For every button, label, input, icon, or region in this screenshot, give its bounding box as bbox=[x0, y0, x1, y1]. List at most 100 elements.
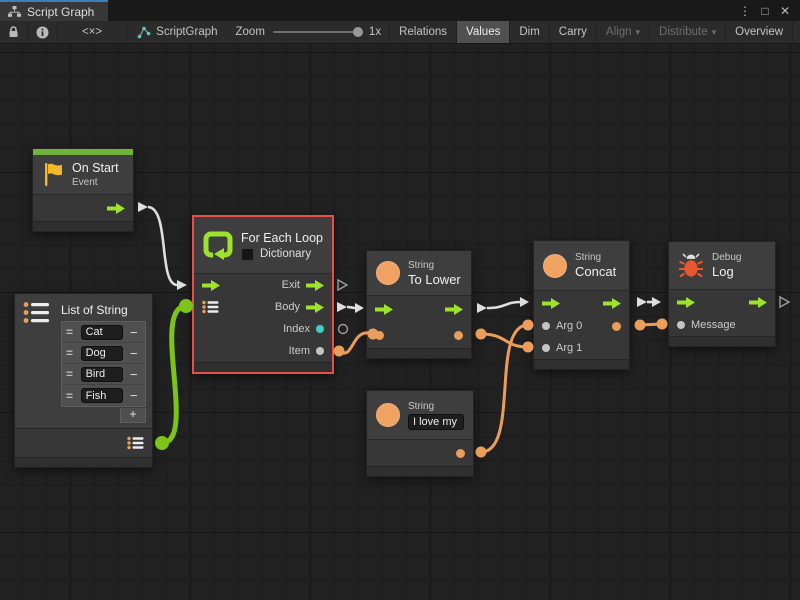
value-input-port[interactable] bbox=[542, 322, 550, 330]
window-menu-button[interactable]: ⋮ bbox=[736, 4, 754, 18]
info-button[interactable] bbox=[28, 21, 58, 43]
remove-item-button[interactable]: − bbox=[127, 367, 141, 382]
graph-name-label: ScriptGraph bbox=[156, 26, 217, 38]
node-debug-log[interactable]: Debug Log Message bbox=[668, 241, 776, 347]
port-label: Arg 1 bbox=[556, 342, 582, 354]
values-button[interactable]: Values bbox=[456, 21, 509, 43]
value-input-port[interactable] bbox=[677, 321, 685, 329]
tab-script-graph[interactable]: Script Graph bbox=[0, 0, 108, 21]
window-maximize-button[interactable]: □ bbox=[756, 4, 774, 18]
flow-output-port[interactable] bbox=[445, 304, 463, 315]
node-string-literal[interactable]: String bbox=[366, 390, 474, 477]
string-type-icon bbox=[543, 254, 567, 278]
list-item-input[interactable] bbox=[81, 346, 123, 361]
string-list-widget: = − = − = − = − bbox=[61, 321, 146, 407]
node-title: To Lower bbox=[408, 272, 461, 288]
port-label: Exit bbox=[282, 279, 300, 291]
flow-input-port[interactable] bbox=[202, 280, 220, 291]
port-label: Arg 0 bbox=[556, 320, 582, 332]
port-label: Item bbox=[289, 345, 310, 357]
remove-item-button[interactable]: − bbox=[127, 346, 141, 361]
remove-item-button[interactable]: − bbox=[127, 325, 141, 340]
value-output-port[interactable] bbox=[456, 449, 465, 458]
port-label: Body bbox=[275, 301, 300, 313]
fullscreen-button[interactable]: Full Screen bbox=[792, 21, 800, 43]
flow-output-port[interactable] bbox=[749, 297, 767, 308]
list-item-row: = − bbox=[62, 322, 145, 343]
wire-concat-to-debug bbox=[637, 297, 661, 307]
info-icon bbox=[36, 26, 49, 39]
drag-handle-icon[interactable]: = bbox=[66, 346, 77, 360]
node-for-each-loop[interactable]: For Each Loop Dictionary Exit bbox=[192, 215, 334, 374]
graph-canvas[interactable]: On Start Event List of String bbox=[0, 44, 800, 600]
node-category: String bbox=[408, 400, 464, 413]
string-type-icon bbox=[376, 261, 400, 285]
value-input-port[interactable] bbox=[542, 344, 550, 352]
window-close-button[interactable]: ✕ bbox=[776, 4, 794, 18]
flow-input-port[interactable] bbox=[375, 304, 393, 315]
node-category: String bbox=[575, 251, 616, 264]
node-title: Concat bbox=[575, 264, 616, 280]
list-item-row: = − bbox=[62, 343, 145, 364]
flow-input-port[interactable] bbox=[542, 298, 560, 309]
string-type-icon bbox=[376, 403, 400, 427]
port-label: Message bbox=[691, 319, 736, 331]
string-value-input[interactable] bbox=[408, 414, 464, 430]
distribute-dropdown[interactable]: Distribute ▾ bbox=[649, 21, 725, 43]
value-output-port[interactable] bbox=[612, 322, 621, 331]
flow-output-port[interactable] bbox=[107, 203, 125, 214]
list-output-port[interactable] bbox=[127, 436, 144, 450]
zoom-slider-knob[interactable] bbox=[353, 27, 363, 37]
wire-concat-to-message bbox=[635, 319, 668, 331]
wire-body-to-tolower bbox=[337, 302, 364, 313]
value-output-port[interactable] bbox=[316, 325, 324, 333]
wire-tolower-to-arg1 bbox=[476, 329, 534, 353]
relations-button[interactable]: Relations bbox=[389, 21, 456, 43]
dictionary-label: Dictionary bbox=[260, 248, 311, 260]
port-label: Index bbox=[283, 323, 310, 335]
code-view-button[interactable]: <×> bbox=[58, 21, 127, 43]
loop-icon bbox=[203, 230, 233, 260]
node-to-lower[interactable]: String To Lower bbox=[366, 250, 472, 359]
align-dropdown[interactable]: Align ▾ bbox=[596, 21, 649, 43]
node-concat[interactable]: String Concat Arg 0 Arg 1 bbox=[533, 240, 630, 370]
list-icon bbox=[23, 301, 51, 324]
flow-output-port[interactable] bbox=[603, 298, 621, 309]
toolbar-buttons: Relations Values Dim Carry Align ▾ Distr… bbox=[389, 21, 800, 43]
list-input-port[interactable] bbox=[202, 300, 219, 314]
list-item-input[interactable] bbox=[81, 367, 123, 382]
overview-button[interactable]: Overview bbox=[725, 21, 792, 43]
flow-input-port[interactable] bbox=[677, 297, 695, 308]
add-item-button[interactable]: + bbox=[120, 408, 146, 423]
node-list-of-string[interactable]: List of String = − = − = − bbox=[14, 293, 153, 468]
remove-item-button[interactable]: − bbox=[127, 388, 141, 403]
dim-button[interactable]: Dim bbox=[509, 21, 548, 43]
chevron-down-icon: ▾ bbox=[636, 27, 641, 38]
drag-handle-icon[interactable]: = bbox=[66, 389, 77, 403]
unconnected-value-indicator bbox=[339, 325, 348, 334]
value-output-port[interactable] bbox=[454, 331, 463, 340]
node-title: List of String bbox=[61, 302, 128, 318]
code-icon: <×> bbox=[82, 26, 102, 38]
list-item-input[interactable] bbox=[81, 388, 123, 403]
carry-button[interactable]: Carry bbox=[549, 21, 596, 43]
tab-title: Script Graph bbox=[27, 5, 94, 19]
node-on-start[interactable]: On Start Event bbox=[32, 148, 134, 232]
value-input-port[interactable] bbox=[375, 331, 384, 340]
bug-icon bbox=[678, 252, 704, 279]
lock-button[interactable] bbox=[0, 21, 28, 43]
list-item-row: = − bbox=[62, 385, 145, 406]
value-output-port[interactable] bbox=[316, 347, 324, 355]
flow-output-port[interactable] bbox=[306, 280, 324, 291]
drag-handle-icon[interactable]: = bbox=[66, 325, 77, 339]
flag-icon bbox=[42, 162, 64, 187]
flow-output-port[interactable] bbox=[306, 302, 324, 313]
dictionary-checkbox[interactable] bbox=[241, 248, 254, 261]
graph-name[interactable]: ScriptGraph bbox=[127, 21, 227, 43]
lock-icon bbox=[8, 26, 19, 38]
zoom-slider[interactable] bbox=[273, 31, 361, 33]
wire-tolower-to-concat bbox=[477, 297, 529, 313]
graph-hierarchy-icon bbox=[8, 6, 21, 18]
drag-handle-icon[interactable]: = bbox=[66, 367, 77, 381]
list-item-input[interactable] bbox=[81, 325, 123, 340]
